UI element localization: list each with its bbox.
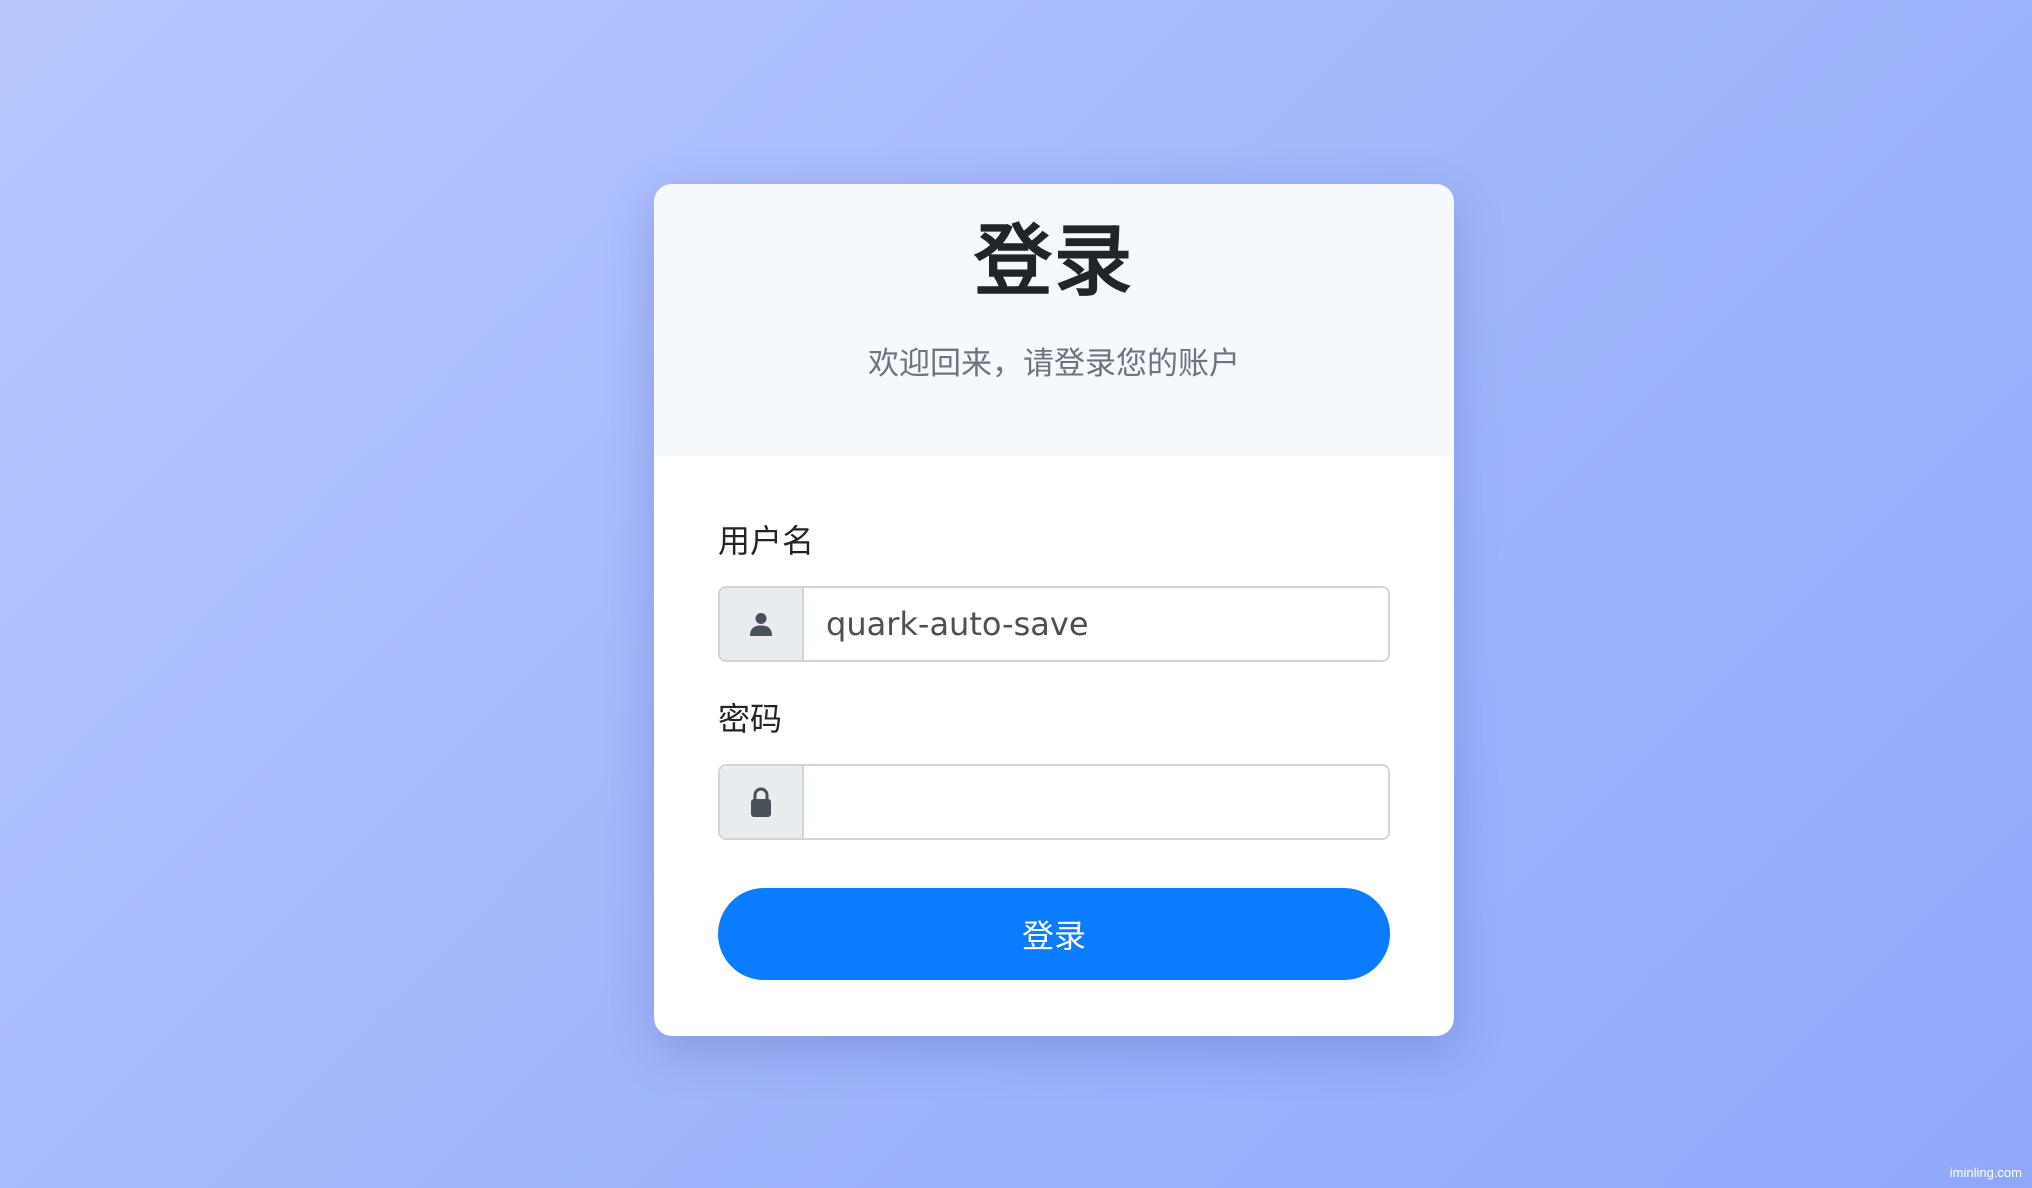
login-card: 登录 欢迎回来，请登录您的账户 用户名 密码 [654, 184, 1454, 1036]
password-input-group [718, 764, 1390, 840]
user-icon [720, 588, 804, 660]
login-header: 登录 欢迎回来，请登录您的账户 [654, 184, 1454, 456]
username-input[interactable] [804, 588, 1388, 660]
login-subtitle: 欢迎回来，请登录您的账户 [868, 345, 1240, 382]
login-form: 用户名 密码 登录 [654, 456, 1454, 980]
password-input[interactable] [804, 766, 1388, 838]
username-label: 用户名 [718, 522, 815, 560]
login-button[interactable]: 登录 [718, 888, 1390, 980]
login-title: 登录 [973, 217, 1134, 307]
watermark: iminling.com [1949, 1165, 2022, 1180]
username-input-group [718, 586, 1390, 662]
lock-icon [720, 766, 804, 838]
password-label: 密码 [718, 700, 783, 738]
